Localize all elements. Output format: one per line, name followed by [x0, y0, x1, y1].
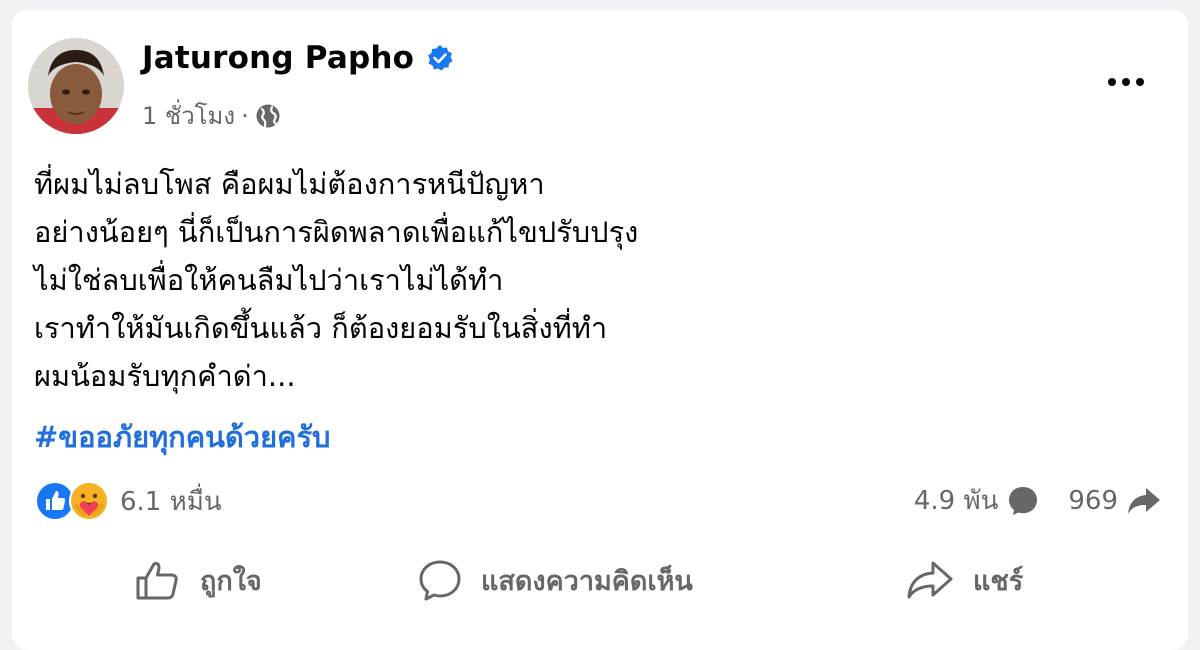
- post-body: ที่ผมไม่ลบโพส คือผมไม่ต้องการหนีปัญหา อย…: [34, 160, 1154, 400]
- comments-stat[interactable]: 4.9 พัน: [914, 480, 1041, 521]
- share-label: แชร์: [973, 565, 1024, 597]
- post-action-bar: ถูกใจ แสดงความคิดเห็น แชร์: [12, 550, 1188, 610]
- care-reaction-icon: [68, 480, 110, 522]
- post-card: Jaturong Papho 1 ชั่วโมง · ที่ผมไม่ลบโพส…: [12, 10, 1188, 650]
- post-body-line: อย่างน้อยๆ นี่ก็เป็นการผิดพลาดเพื่อแก้ไข…: [34, 215, 639, 249]
- shares-count: 969: [1068, 485, 1118, 516]
- comment-icon: [419, 560, 461, 601]
- verified-badge-icon: [426, 44, 454, 72]
- like-button[interactable]: ถูกใจ: [134, 558, 262, 602]
- post-body-line: เราทำให้มันเกิดขึ้นแล้ว ก็ต้องยอมรับในสิ…: [34, 311, 608, 345]
- comment-bubble-icon: [1009, 486, 1038, 515]
- post-body-line: ไม่ใช่ลบเพื่อให้คนลืมไปว่าเราไม่ได้ทำ: [34, 263, 504, 297]
- post-body-line: ผมน้อมรับทุกคำด่า...: [34, 359, 296, 393]
- shares-stat[interactable]: 969: [1068, 484, 1162, 518]
- more-options-icon: [1108, 78, 1116, 86]
- more-options-button[interactable]: [1098, 62, 1154, 102]
- comment-button[interactable]: แสดงความคิดเห็น: [417, 558, 693, 602]
- reactions-summary[interactable]: 6.1 หมื่น: [34, 480, 222, 522]
- share-button[interactable]: แชร์: [905, 558, 1023, 602]
- share-icon: [907, 561, 953, 599]
- thumbs-up-icon: [136, 562, 178, 600]
- post-stats: 4.9 พัน 969: [914, 480, 1162, 521]
- reactions-count[interactable]: 6.1 หมื่น: [120, 481, 222, 522]
- globe-icon[interactable]: [255, 103, 281, 129]
- post-timestamp[interactable]: 1 ชั่วโมง: [142, 96, 235, 135]
- avatar[interactable]: [28, 38, 124, 134]
- like-label: ถูกใจ: [200, 565, 262, 597]
- post-body-line: ที่ผมไม่ลบโพส คือผมไม่ต้องการหนีปัญหา: [34, 167, 545, 201]
- comments-count: 4.9 พัน: [913, 486, 999, 516]
- more-options-icon-dot: [1122, 78, 1130, 86]
- more-options-icon-dot: [1136, 78, 1144, 86]
- author-name[interactable]: Jaturong Papho: [142, 40, 414, 76]
- share-arrow-icon: [1128, 487, 1160, 514]
- meta-separator: ·: [241, 101, 249, 130]
- post-meta: 1 ชั่วโมง ·: [142, 96, 281, 135]
- comment-label: แสดงความคิดเห็น: [481, 565, 693, 597]
- post-author[interactable]: Jaturong Papho: [142, 40, 454, 76]
- hashtag-link[interactable]: #ขออภัยทุกคนด้วยครับ: [34, 414, 330, 460]
